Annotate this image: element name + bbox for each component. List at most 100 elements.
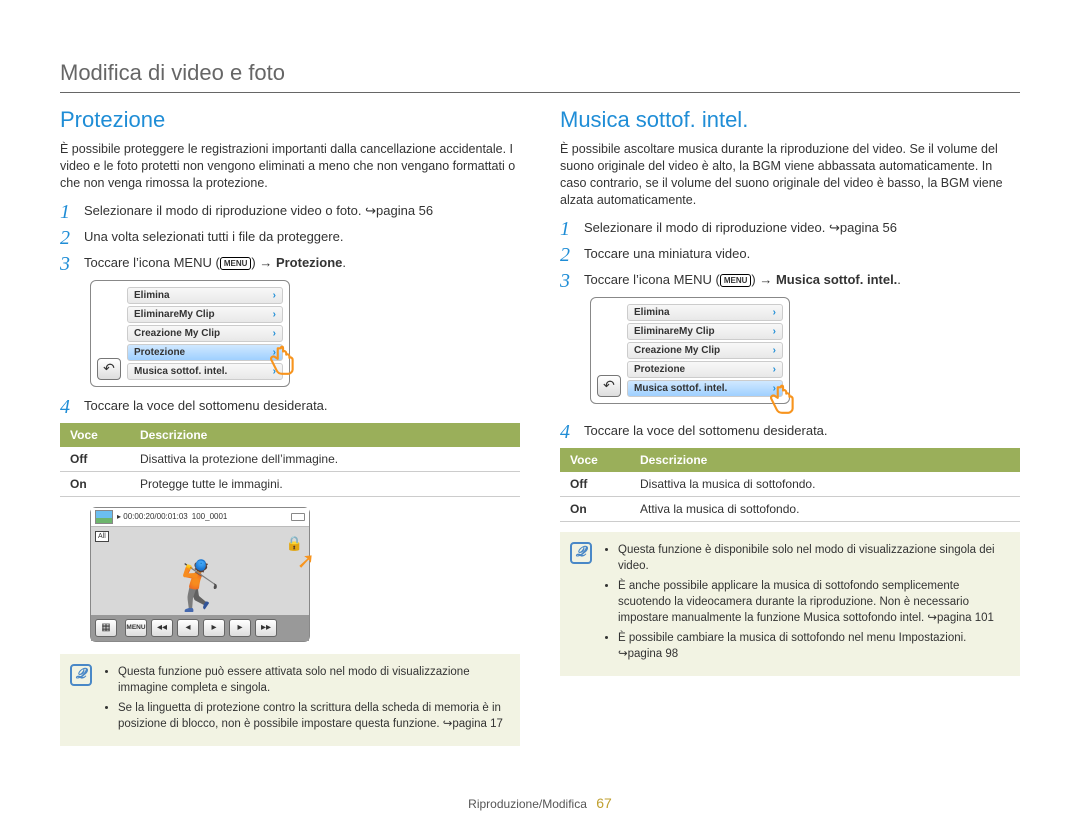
step-bold: Musica sottof. intel. <box>776 272 897 287</box>
touch-finger-icon <box>765 383 799 417</box>
file-counter: 100_0001 <box>192 512 228 521</box>
step-text: Una volta selezionati tutti i file da pr… <box>84 228 343 246</box>
back-button[interactable]: ↶ <box>97 358 121 380</box>
play-button[interactable]: ▸ <box>203 619 225 637</box>
note-item: Questa funzione è disponibile solo nel m… <box>618 542 1006 574</box>
menu-item-label: EliminareMy Clip <box>134 309 215 320</box>
note-box: 𝓠 Questa funzione è disponibile solo nel… <box>560 532 1020 677</box>
menu-button[interactable]: MENU <box>125 619 147 637</box>
step-number: 4 <box>560 422 574 442</box>
golfer-silhouette-icon: 🏌 <box>170 563 230 611</box>
step-text: Selezionare il modo di riproduzione vide… <box>84 202 433 220</box>
table-cell: On <box>560 496 630 521</box>
menu-item[interactable]: EliminareMy Clip› <box>127 306 283 323</box>
chevron-right-icon: › <box>273 290 276 301</box>
menu-item-selected[interactable]: Protezione› <box>127 344 283 361</box>
menu-item[interactable]: EliminareMy Clip› <box>627 323 783 340</box>
step-number: 1 <box>560 219 574 239</box>
step-fragment: ) → <box>751 272 776 287</box>
note-item: È possibile cambiare la musica di sottof… <box>618 630 1006 662</box>
step-fwd-button[interactable]: ▸ <box>229 619 251 637</box>
table-row: OffDisattiva la musica di sottofondo. <box>560 472 1020 497</box>
menu-badge-icon: MENU <box>720 274 752 287</box>
note-icon: 𝓠 <box>570 542 592 564</box>
note-item: È anche possibile applicare la musica di… <box>618 578 1006 626</box>
note-icon: 𝓠 <box>70 664 92 686</box>
step-number: 2 <box>60 228 74 248</box>
page-footer: Riproduzione/Modifica 67 <box>0 795 1080 811</box>
note-item: Questa funzione può essere attivata solo… <box>118 664 506 696</box>
page-number: 67 <box>596 795 612 811</box>
step-text: Toccare la voce del sottomenu desiderata… <box>584 422 828 440</box>
touch-finger-icon <box>265 344 299 378</box>
grid-button[interactable]: ▦ <box>95 619 117 637</box>
section-heading-musica: Musica sottof. intel. <box>560 107 1020 133</box>
step-text: Selezionare il modo di riproduzione vide… <box>584 219 897 237</box>
step-number: 1 <box>60 202 74 222</box>
menu-item[interactable]: Creazione My Clip› <box>627 342 783 359</box>
menu-list: Elimina› EliminareMy Clip› Creazione My … <box>627 304 783 397</box>
intro-text: È possibile proteggere le registrazioni … <box>60 141 520 192</box>
video-player-screenshot: ▸ 00:00:20/00:01:03 100_0001 All 🏌 🔒 ▦ M… <box>90 507 310 642</box>
step-fragment: ) → <box>251 255 276 270</box>
all-badge: All <box>95 531 109 542</box>
table-cell: Off <box>60 447 130 472</box>
menu-item-label: Musica sottof. intel. <box>634 383 727 394</box>
menu-item[interactable]: Protezione› <box>627 361 783 378</box>
menu-list: Elimina› EliminareMy Clip› Creazione My … <box>127 287 283 380</box>
left-column: Protezione È possibile proteggere le reg… <box>60 107 520 746</box>
prev-button[interactable]: ◂◂ <box>151 619 173 637</box>
chevron-right-icon: › <box>773 345 776 356</box>
menu-badge-icon: MENU <box>220 257 252 270</box>
step-bold: Protezione <box>276 255 342 270</box>
step-number: 4 <box>60 397 74 417</box>
step-number: 3 <box>60 254 74 274</box>
step-fragment: . <box>897 272 901 287</box>
step-text: Toccare l’icona MENU (MENU) → Musica sot… <box>584 271 901 289</box>
menu-screenshot: ↶ Elimina› EliminareMy Clip› Creazione M… <box>590 297 790 404</box>
step-number: 3 <box>560 271 574 291</box>
menu-item-label: EliminareMy Clip <box>634 326 715 337</box>
table-cell: Attiva la musica di sottofondo. <box>630 496 1020 521</box>
section-heading-protezione: Protezione <box>60 107 520 133</box>
step-text: Toccare la voce del sottomenu desiderata… <box>84 397 328 415</box>
next-button[interactable]: ▸▸ <box>255 619 277 637</box>
table-row: OffDisattiva la protezione dell’immagine… <box>60 447 520 472</box>
table-cell: On <box>60 471 130 496</box>
table-cell: Disattiva la musica di sottofondo. <box>630 472 1020 497</box>
back-button[interactable]: ↶ <box>597 375 621 397</box>
menu-item-selected[interactable]: Musica sottof. intel.› <box>627 380 783 397</box>
callout-arrow-icon: ➚ <box>297 548 315 574</box>
table-header: Voce <box>560 448 630 472</box>
table-header: Descrizione <box>130 423 520 447</box>
menu-item[interactable]: Creazione My Clip › <box>127 325 283 342</box>
table-row: OnAttiva la musica di sottofondo. <box>560 496 1020 521</box>
menu-screenshot: ↶ Elimina› EliminareMy Clip› Creazione M… <box>90 280 290 387</box>
step-text: Toccare una miniatura video. <box>584 245 750 263</box>
step-back-button[interactable]: ◂ <box>177 619 199 637</box>
menu-item[interactable]: Elimina › <box>127 287 283 304</box>
note-item: Se la linguetta di protezione contro la … <box>118 700 506 732</box>
chapter-title: Modifica di video e foto <box>60 60 1020 93</box>
step-number: 2 <box>560 245 574 265</box>
chevron-right-icon: › <box>773 307 776 318</box>
chevron-right-icon: › <box>273 328 276 339</box>
battery-icon <box>291 513 305 521</box>
menu-item[interactable]: Elimina› <box>627 304 783 321</box>
thumbnail-icon <box>95 510 113 524</box>
table-header: Descrizione <box>630 448 1020 472</box>
table-cell: Disattiva la protezione dell’immagine. <box>130 447 520 472</box>
menu-item[interactable]: Musica sottof. intel.› <box>127 363 283 380</box>
chevron-right-icon: › <box>773 364 776 375</box>
menu-item-label: Elimina <box>134 290 170 301</box>
step-text: Toccare l’icona MENU (MENU) → Protezione… <box>84 254 346 272</box>
table-cell: Protegge tutte le immagini. <box>130 471 520 496</box>
menu-item-label: Protezione <box>134 347 185 358</box>
footer-section: Riproduzione/Modifica <box>468 797 587 811</box>
menu-item-label: Creazione My Clip <box>134 328 220 339</box>
playback-time: ▸ 00:00:20/00:01:03 <box>117 512 188 521</box>
menu-item-label: Musica sottof. intel. <box>134 366 227 377</box>
table-cell: Off <box>560 472 630 497</box>
intro-text: È possibile ascoltare musica durante la … <box>560 141 1020 209</box>
options-table: VoceDescrizione OffDisattiva la protezio… <box>60 423 520 497</box>
